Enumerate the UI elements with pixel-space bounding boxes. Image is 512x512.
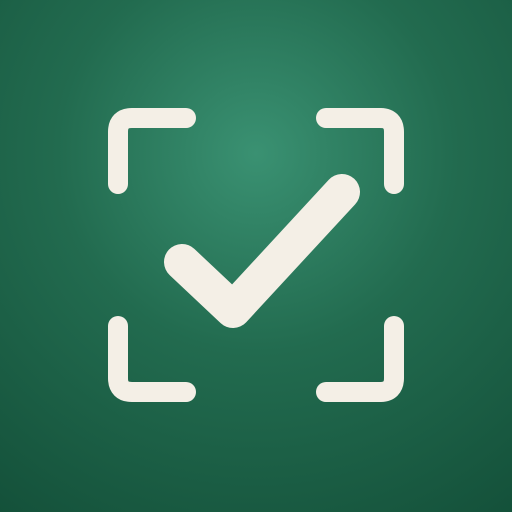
scan-frame-icon: [108, 108, 404, 402]
app-icon: [0, 0, 512, 512]
frame-corner-bottom-left: [108, 316, 196, 402]
frame-corner-bottom-right: [316, 316, 404, 402]
frame-corner-top-left: [108, 108, 196, 194]
check-mark-icon: [164, 174, 360, 328]
scan-check-glyph: [108, 108, 404, 402]
frame-corner-top-right: [316, 108, 404, 194]
